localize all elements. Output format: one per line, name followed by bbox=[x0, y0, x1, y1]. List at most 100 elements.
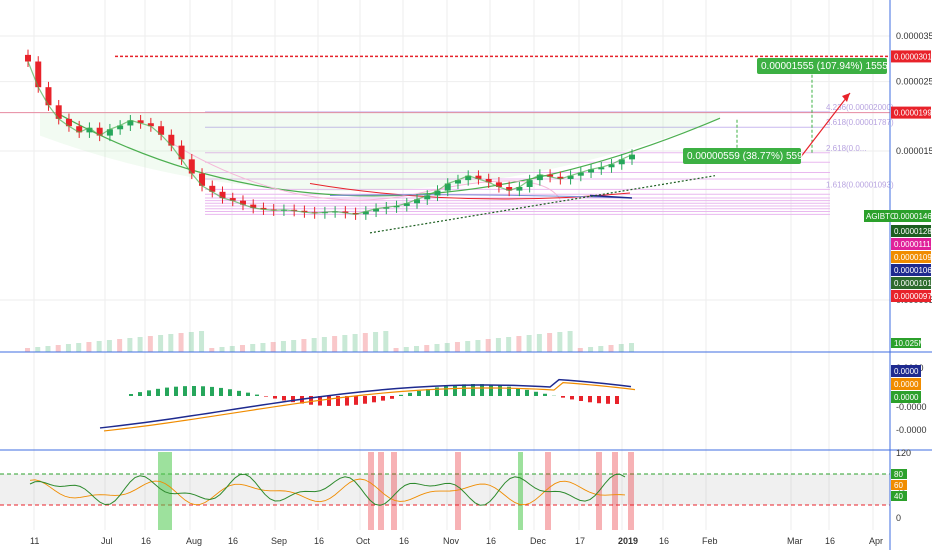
time-axis-label-0: 11 bbox=[30, 536, 39, 546]
time-axis-label-7: Oct bbox=[356, 536, 371, 546]
macd-histogram-bar bbox=[561, 396, 565, 398]
price-tick-label-1: 0.00002500 bbox=[896, 77, 932, 87]
macd-histogram-bar bbox=[156, 388, 160, 396]
rsi-badge-label-2: 40 bbox=[894, 492, 903, 501]
volume-bar bbox=[158, 335, 164, 352]
macd-histogram-bar bbox=[516, 388, 520, 396]
volume-bar bbox=[485, 339, 491, 352]
price-tick-label-0: 0.00003500 bbox=[896, 31, 932, 41]
macd-histogram-bar bbox=[453, 385, 457, 396]
time-axis-label-8: 16 bbox=[399, 536, 409, 546]
macd-histogram-bar bbox=[246, 392, 250, 396]
time-axis-label-9: Nov bbox=[443, 536, 460, 546]
macd-histogram-bar bbox=[147, 390, 151, 396]
price-badge-label-ma4: 0.00001062 bbox=[894, 266, 932, 275]
time-axis-label-11: Dec bbox=[530, 536, 547, 546]
price-badge-label-resist: 0.00001990 bbox=[894, 109, 932, 118]
price-tick-label-2: 0.00001500 bbox=[896, 146, 932, 156]
price-badge-label-target: 0.00003011 bbox=[894, 52, 932, 61]
volume-bar bbox=[403, 347, 409, 352]
volume-bar bbox=[373, 332, 379, 352]
macd-histogram-bar bbox=[174, 386, 178, 396]
time-axis-label-4: 16 bbox=[228, 536, 238, 546]
macd-badge-label-2: 0.0000 bbox=[894, 393, 919, 402]
macd-histogram-bar bbox=[129, 394, 133, 396]
volume-bar bbox=[260, 343, 266, 352]
measure-callout-label-1: 0.00000559 (38.77%) 559 bbox=[687, 151, 803, 162]
macd-histogram-bar bbox=[480, 384, 484, 396]
time-axis[interactable]: 11 Jul 16 Aug 16 Sep 16 Oct 16 Nov 16 Dec 17 2019 16 Fe… bbox=[30, 536, 883, 546]
price-badge-label-ma5: 0.00001011 bbox=[894, 279, 932, 288]
time-axis-label-13: 2019 bbox=[618, 536, 638, 546]
volume-bar bbox=[76, 343, 82, 352]
macd-axis-label-2: -0.0000 bbox=[896, 425, 927, 435]
price-badge-label-ma3: 0.00001093 bbox=[894, 253, 932, 262]
volume-bar bbox=[383, 331, 389, 352]
candle-body bbox=[25, 54, 31, 62]
volume-bar bbox=[506, 337, 512, 352]
macd-axis-label-1: -0.0000 bbox=[896, 402, 927, 412]
volume-bar bbox=[25, 348, 30, 352]
macd-histogram-bar bbox=[381, 396, 385, 401]
time-axis-label-10: 16 bbox=[486, 536, 496, 546]
time-axis-label-6: 16 bbox=[314, 536, 324, 546]
volume-bar bbox=[618, 344, 624, 352]
projection-arrow-head bbox=[842, 93, 850, 102]
volume-bar bbox=[219, 347, 225, 352]
time-axis-label-12: 17 bbox=[575, 536, 585, 546]
volume-bar bbox=[301, 339, 307, 352]
volume-bar bbox=[55, 345, 61, 352]
volume-bar bbox=[178, 333, 184, 352]
rsi-axis-label-0: 120 bbox=[896, 448, 911, 458]
volume-bar bbox=[414, 346, 420, 352]
volume-bar bbox=[577, 348, 583, 352]
volume-bar bbox=[588, 347, 594, 352]
macd-badge-label-1: 0.0000 bbox=[894, 380, 919, 389]
volume-bar bbox=[106, 340, 112, 352]
macd-histogram-bar bbox=[273, 396, 277, 399]
volume-bar bbox=[147, 336, 153, 352]
macd-histogram-bar bbox=[444, 386, 448, 396]
macd-histogram-bar bbox=[165, 387, 169, 396]
macd-histogram-bar bbox=[570, 396, 574, 400]
volume-bar bbox=[342, 335, 348, 352]
macd-histogram-bar bbox=[192, 386, 196, 396]
volume-bar bbox=[239, 345, 245, 352]
volume-bar bbox=[291, 340, 297, 352]
macd-histogram-bar bbox=[498, 385, 502, 396]
volume-bar bbox=[209, 348, 215, 352]
macd-histogram-bar bbox=[237, 390, 241, 396]
macd-histogram-bar bbox=[588, 396, 592, 403]
volume-bar bbox=[424, 345, 430, 352]
rsi-signal-zone-8 bbox=[612, 452, 618, 530]
rsi-signal-zone-4 bbox=[391, 452, 397, 530]
time-axis-label-1: Jul bbox=[101, 536, 113, 546]
volume-bar bbox=[454, 342, 460, 352]
volume-bar bbox=[393, 348, 399, 352]
measure-callout-label-0: 0.00001555 (107.94%) 1555 bbox=[761, 61, 888, 72]
volume-bar bbox=[465, 341, 471, 352]
rsi-badge-label-1: 60 bbox=[894, 481, 903, 490]
macd-histogram-bar bbox=[327, 396, 331, 406]
macd-histogram-bar bbox=[579, 396, 583, 401]
macd-histogram-bar bbox=[228, 389, 232, 396]
trading-chart[interactable]: 4.236(0.00002000)3.618(0.00001787)2.618(… bbox=[0, 0, 932, 550]
macd-histogram-bar bbox=[138, 392, 142, 396]
rsi-pane[interactable]: 12080400806040 bbox=[0, 448, 911, 530]
macd-histogram-bar bbox=[417, 390, 421, 396]
time-axis-label-16: Mar bbox=[787, 536, 803, 546]
macd-pane[interactable]: 0.0000-0.0000-0.00000.00000.00000.0000 bbox=[99, 363, 927, 435]
macd-histogram-bar bbox=[606, 396, 610, 404]
macd-histogram-bar bbox=[399, 394, 403, 396]
price-badge-label-ma2: 0.00001117 bbox=[894, 240, 932, 249]
volume-bar bbox=[35, 347, 41, 352]
rsi-badge-label-0: 80 bbox=[894, 470, 903, 479]
volume-bar bbox=[495, 338, 501, 352]
macd-histogram-bar bbox=[354, 396, 358, 405]
volume-bar bbox=[65, 344, 71, 352]
fib-level-label-1: 3.618(0.00001787) bbox=[826, 118, 894, 127]
symbol-badge-label: AGIBTC bbox=[866, 212, 896, 221]
time-axis-label-14: 16 bbox=[659, 536, 669, 546]
volume-bar bbox=[270, 342, 276, 352]
time-axis-label-5: Sep bbox=[271, 536, 287, 546]
